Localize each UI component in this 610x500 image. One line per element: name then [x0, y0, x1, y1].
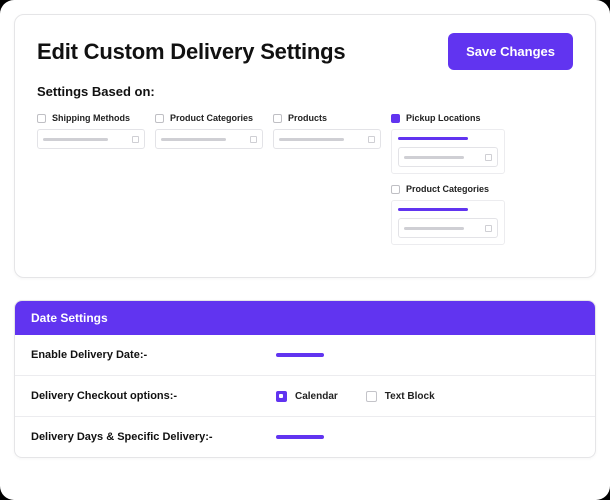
placeholder-line: [43, 138, 108, 141]
option-product-categories-1[interactable]: Product Categories: [155, 113, 263, 123]
row-label: Enable Delivery Date:-: [31, 349, 276, 361]
row-days-specific: Delivery Days & Specific Delivery:-: [15, 417, 595, 457]
chevron-down-icon: [485, 154, 492, 161]
select-pickup-locations[interactable]: [398, 147, 498, 167]
option-label: Product Categories: [170, 113, 253, 123]
checkbox-icon: [37, 114, 46, 123]
option-label: Shipping Methods: [52, 113, 130, 123]
date-settings-heading: Date Settings: [15, 301, 595, 335]
col-products: Products: [273, 113, 381, 157]
accent-bar: [398, 137, 468, 140]
option-shipping-methods[interactable]: Shipping Methods: [37, 113, 145, 123]
select-product-categories-2[interactable]: [398, 218, 498, 238]
option-label: Calendar: [295, 391, 338, 402]
checkbox-icon: [391, 114, 400, 123]
panel-pickup-locations: [391, 129, 505, 174]
chevron-down-icon: [485, 225, 492, 232]
option-products[interactable]: Products: [273, 113, 381, 123]
placeholder-line: [404, 156, 464, 159]
card-header: Edit Custom Delivery Settings Save Chang…: [37, 33, 573, 70]
chevron-down-icon: [368, 136, 375, 143]
checkbox-icon: [273, 114, 282, 123]
settings-columns: Shipping Methods Product Categories: [37, 113, 573, 255]
placeholder-line: [161, 138, 226, 141]
chevron-down-icon: [250, 136, 257, 143]
option-product-categories-2[interactable]: Product Categories: [391, 184, 505, 194]
option-calendar[interactable]: Calendar: [276, 391, 338, 402]
checkbox-icon: [155, 114, 164, 123]
settings-card: Edit Custom Delivery Settings Save Chang…: [14, 14, 596, 278]
settings-based-on-heading: Settings Based on:: [37, 84, 573, 99]
row-checkout-options: Delivery Checkout options:- Calendar Tex…: [15, 376, 595, 417]
checkout-options-group: Calendar Text Block: [276, 391, 435, 402]
option-label: Text Block: [385, 391, 435, 402]
select-shipping-methods[interactable]: [37, 129, 145, 149]
app-root: Edit Custom Delivery Settings Save Chang…: [0, 0, 610, 500]
row-enable-delivery-date: Enable Delivery Date:-: [15, 335, 595, 376]
option-label: Product Categories: [406, 184, 489, 194]
page-title: Edit Custom Delivery Settings: [37, 39, 345, 65]
row-label: Delivery Checkout options:-: [31, 390, 276, 402]
col-pickup-locations: Pickup Locations Product Categories: [391, 113, 505, 255]
col-shipping-methods: Shipping Methods: [37, 113, 145, 157]
toggle-days-specific[interactable]: [276, 435, 324, 439]
placeholder-line: [279, 138, 344, 141]
chevron-down-icon: [132, 136, 139, 143]
col-product-categories-1: Product Categories: [155, 113, 263, 157]
option-label: Pickup Locations: [406, 113, 481, 123]
option-text-block[interactable]: Text Block: [366, 391, 435, 402]
date-settings-card: Date Settings Enable Delivery Date:- Del…: [14, 300, 596, 458]
accent-bar: [398, 208, 468, 211]
save-button[interactable]: Save Changes: [448, 33, 573, 70]
select-product-categories-1[interactable]: [155, 129, 263, 149]
select-products[interactable]: [273, 129, 381, 149]
placeholder-line: [404, 227, 464, 230]
option-pickup-locations[interactable]: Pickup Locations: [391, 113, 505, 123]
checkbox-icon: [391, 185, 400, 194]
toggle-enable-delivery-date[interactable]: [276, 353, 324, 357]
panel-product-categories-2: [391, 200, 505, 245]
checkbox-icon: [366, 391, 377, 402]
checkbox-icon: [276, 391, 287, 402]
row-label: Delivery Days & Specific Delivery:-: [31, 431, 276, 443]
option-label: Products: [288, 113, 327, 123]
